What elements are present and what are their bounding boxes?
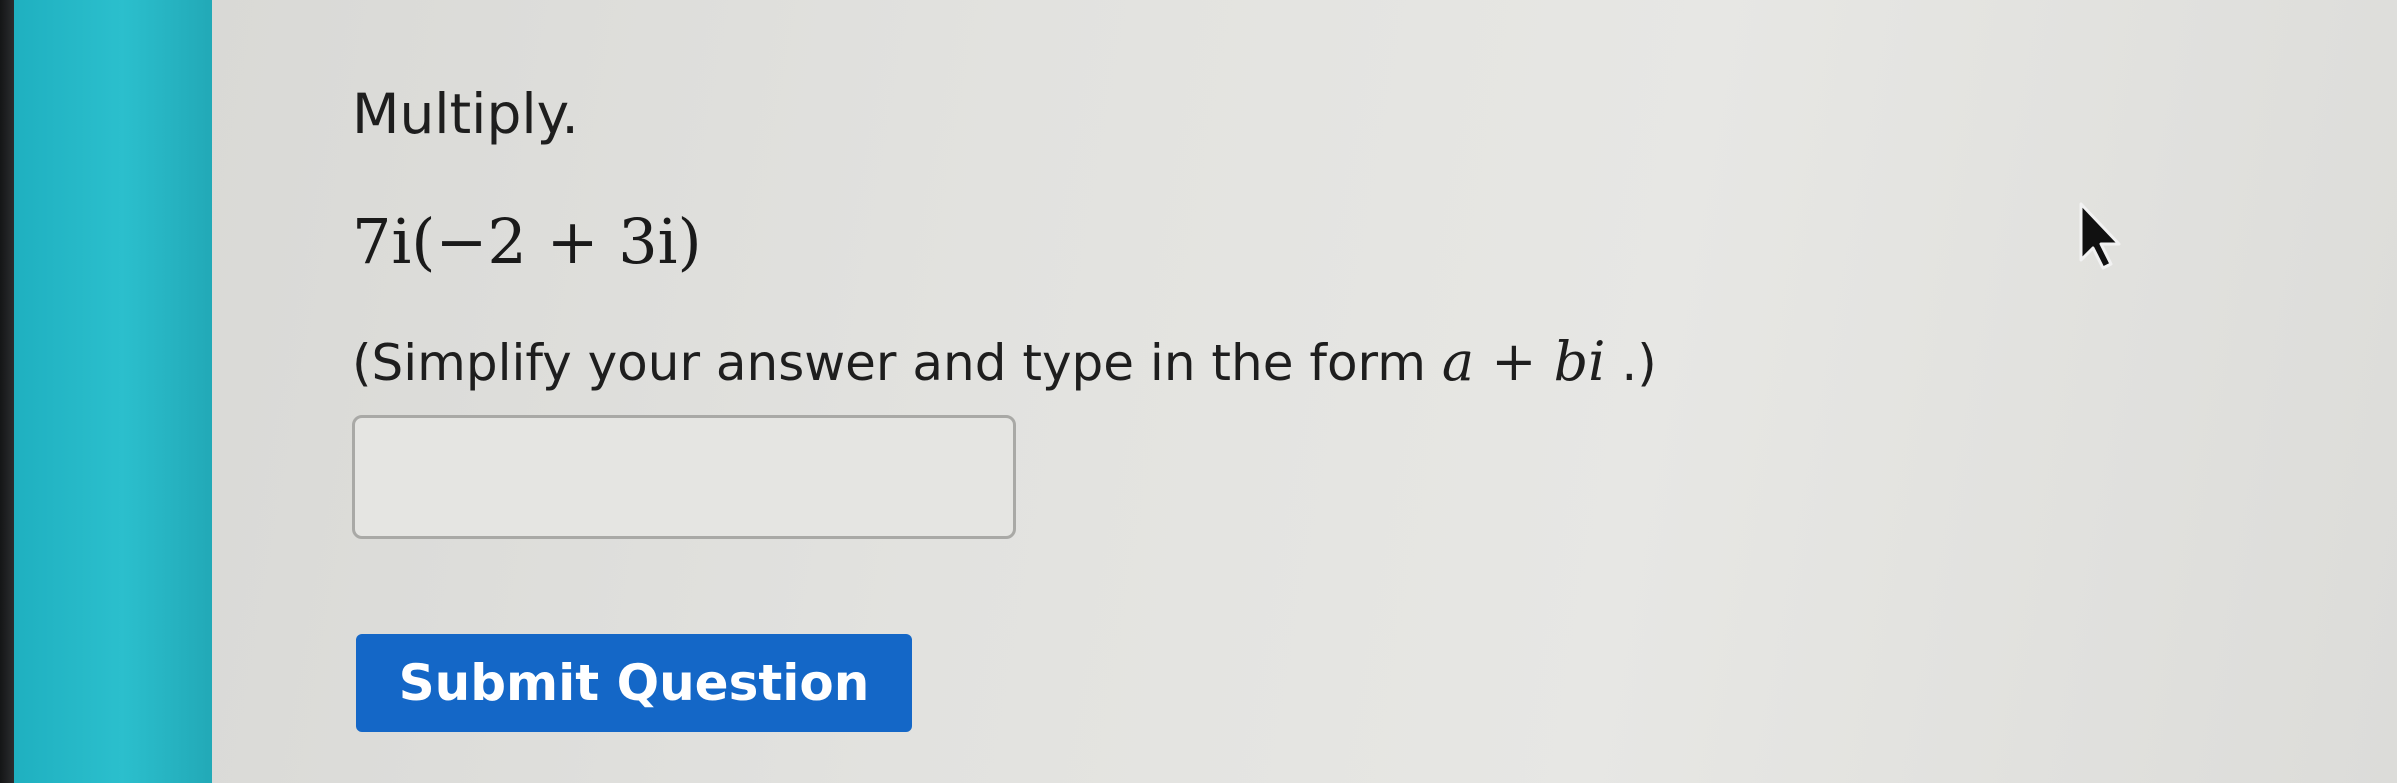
mouse-pointer-icon [2079, 202, 2121, 270]
hint-text-prefix: (Simplify your answer and type in the fo… [352, 334, 1442, 392]
answer-input[interactable] [352, 415, 1016, 539]
question-instruction: Multiply. [352, 82, 579, 146]
math-expression: 7i(−2 + 3i) [352, 205, 702, 278]
question-panel: Multiply. 7i(−2 + 3i) (Simplify your ans… [212, 0, 2397, 783]
submit-question-button[interactable]: Submit Question [356, 634, 912, 732]
answer-format-hint: (Simplify your answer and type in the fo… [352, 330, 1657, 393]
hint-text-suffix: .) [1605, 334, 1657, 392]
side-strip [14, 0, 212, 783]
screen-bezel [0, 0, 14, 783]
hint-math: a + bi [1441, 330, 1606, 393]
